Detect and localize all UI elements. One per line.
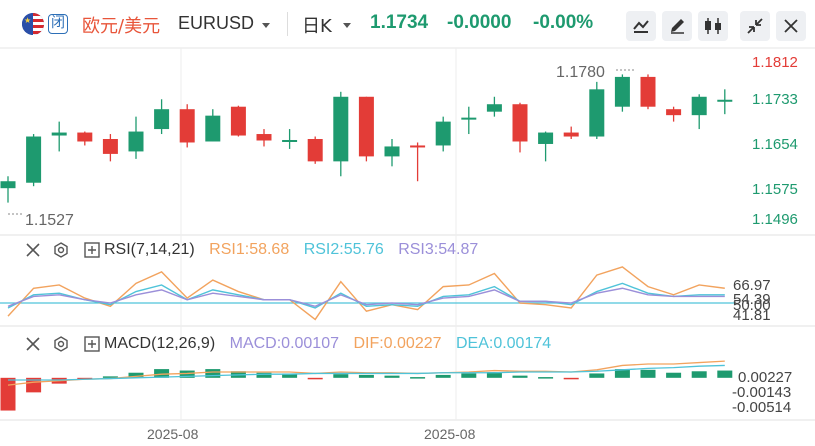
candle-body [691,96,707,116]
macd-value: MACD:0.00107 [229,335,339,352]
macd-histogram-bar [666,372,682,378]
rsi-name: RSI(7,14,21) [104,241,195,258]
y-label-1: 1.1812 [752,54,798,71]
rsi-layer [0,266,735,321]
macd-histogram-bar [0,377,16,411]
macd-histogram-bar [538,377,554,379]
close-macd-icon[interactable] [25,336,41,352]
rsi-y-4: 41.81 [733,307,771,324]
candles-layer [0,74,733,203]
macd-settings-gear-icon[interactable] [53,336,69,352]
candle-body [205,115,221,142]
macd-histogram-bar [512,375,528,378]
y-label-2: 1.1733 [752,91,798,108]
rsi-legend: RSI(7,14,21) RSI1:58.68 RSI2:55.76 RSI3:… [104,241,488,259]
candle-body [179,109,195,143]
candle-body [538,132,554,144]
candle-body [640,76,656,107]
candle-body [666,109,682,116]
rsi3-value: RSI3:54.87 [398,241,479,258]
candle-body [333,96,349,162]
low-annotation: 1.1527 [25,212,74,229]
y-label-3: 1.1654 [752,136,798,153]
candle-body [410,145,426,148]
candle-body [0,181,16,189]
macd-histogram-bar [461,373,477,378]
macd-histogram-bar [384,375,400,378]
y-label-5: 1.1496 [752,211,798,228]
candle-body [512,104,528,142]
macd-histogram-bar [717,370,733,378]
candle-body [358,96,374,157]
macd-histogram-bar [256,372,272,378]
macd-histogram-bar [589,373,605,378]
macd-histogram-bar [358,374,374,378]
candle-body [486,104,502,112]
macd-y-3: -0.00514 [732,399,791,416]
candle-body [282,139,298,142]
candle-body [26,136,42,183]
macd-histogram-bar [333,374,349,378]
candle-body [435,121,451,146]
chart-canvas[interactable]: 1.1812 1.1733 1.1654 1.1575 1.1496 1.178… [0,0,815,446]
candle-body [589,89,605,137]
candle-body [563,132,579,137]
rsi1-line [7,266,725,321]
candle-body [614,76,630,107]
macd-histogram-bar [563,377,579,380]
macd-layer [0,360,733,411]
macd-histogram-bar [640,369,656,378]
macd-name: MACD(12,26,9) [104,335,216,352]
macd-legend: MACD(12,26,9) MACD:0.00107 DIF:0.00227 D… [104,335,561,353]
rsi2-value: RSI2:55.76 [303,241,384,258]
rsi-settings-gear-icon[interactable] [53,242,69,258]
rsi1-value: RSI1:58.68 [209,241,290,258]
candle-body [102,139,118,154]
rsi-add-icon[interactable] [84,242,100,258]
dif-value: DIF:0.00227 [353,335,442,352]
candle-body [307,139,323,162]
macd-histogram-bar [435,374,451,378]
macd-add-icon[interactable] [84,336,100,352]
macd-histogram-bar [691,371,707,378]
x-date-label-1: 2025-08 [147,426,199,442]
x-date-label-2: 2025-08 [424,426,476,442]
candle-body [230,106,246,136]
high-annotation: 1.1780 [556,64,605,81]
macd-histogram-bar [410,377,426,379]
macd-histogram-bar [205,369,221,378]
candle-body [461,117,477,120]
y-label-4: 1.1575 [752,181,798,198]
candle-body [128,131,144,152]
candle-body [717,99,733,102]
candle-body [154,109,170,130]
close-rsi-icon[interactable] [25,242,41,258]
dea-value: DEA:0.00174 [455,335,552,352]
macd-histogram-bar [307,377,323,380]
candle-body [77,132,93,142]
candle-body [384,146,400,157]
candle-body [51,132,67,136]
candle-body [256,134,272,141]
